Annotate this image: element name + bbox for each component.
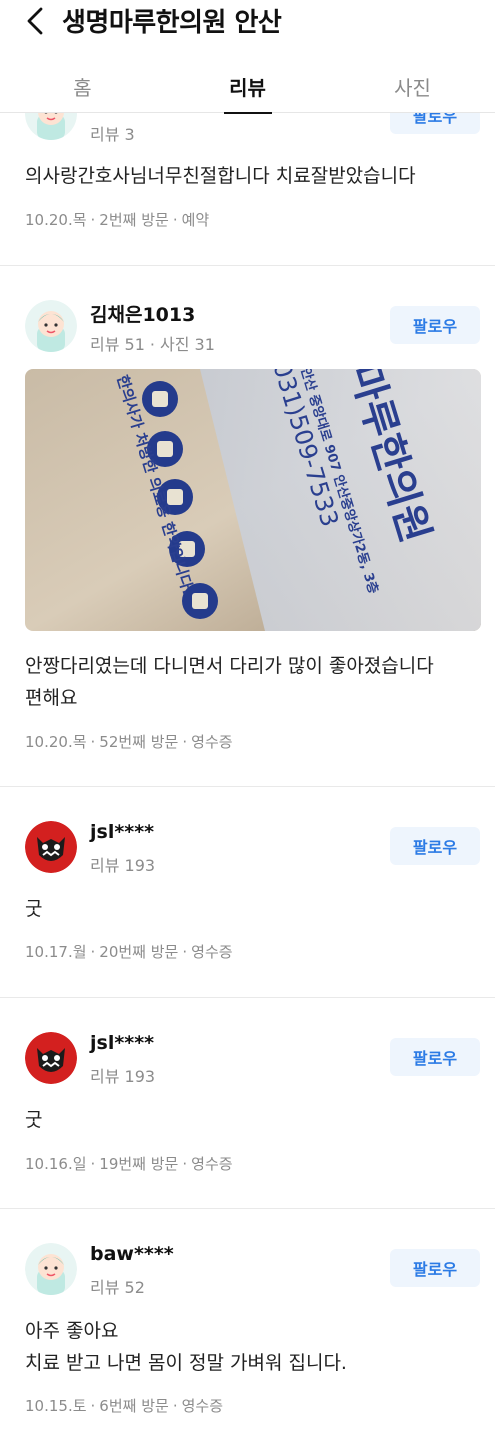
review-stats: 리뷰 193 xyxy=(90,1067,156,1086)
visit-source: 예약 xyxy=(181,211,210,229)
visit-info: 10.16.일 · 19번째 방문 · 영수증 xyxy=(25,1155,233,1173)
follow-button[interactable]: 팔로우 xyxy=(390,1249,480,1287)
tab-photos[interactable]: 사진 xyxy=(330,58,495,113)
review-text: 아주 좋아요 치료 받고 나면 몸이 정말 가벼워 집니다. xyxy=(25,1315,475,1379)
avatar[interactable] xyxy=(25,821,77,873)
visit-count: 19번째 방문 xyxy=(99,1155,179,1173)
visit-info: 10.15.토 · 6번째 방문 · 영수증 xyxy=(25,1397,223,1415)
review-item: jsl**** 리뷰 193 팔로우 굿 10.16.일 · 19번째 방문 · 영수증 xyxy=(0,998,495,1209)
tab-bar: 홈 리뷰 사진 xyxy=(0,58,495,113)
review-item: jsl**** 리뷰 193 팔로우 굿 10.17.월 · 20번째 방문 · 영수증 xyxy=(0,787,495,998)
review-text-line: 편해요 xyxy=(25,687,78,709)
visit-date: 10.20.목 xyxy=(25,211,87,229)
photo-count: 사진 31 xyxy=(159,335,215,354)
tab-home[interactable]: 홈 xyxy=(0,58,165,113)
reviewer-name[interactable]: baw**** xyxy=(90,1243,174,1265)
visit-info: 10.20.목 · 2번째 방문 · 예약 xyxy=(25,211,210,229)
reviewer-name[interactable]: 김채은1013 xyxy=(90,300,195,327)
review-text: 굿 xyxy=(25,898,43,920)
review-item: baw**** 리뷰 52 팔로우 아주 좋아요 치료 받고 나면 몸이 정말 … xyxy=(0,1209,495,1433)
review-text-line: 안짱다리였는데 다니면서 다리가 많이 좋아졌습니다 xyxy=(25,655,434,677)
reviewer-name[interactable]: jsl**** xyxy=(90,1032,154,1054)
reviewer-name[interactable]: jsl**** xyxy=(90,821,154,843)
tab-reviews[interactable]: 리뷰 xyxy=(165,58,330,113)
review-stats: 리뷰 52 xyxy=(90,1278,145,1297)
back-button[interactable] xyxy=(18,4,52,38)
review-text: 의사랑간호사님너무친절합니다 치료잘받았습니다 xyxy=(25,165,416,187)
medicine-package-photo xyxy=(25,369,481,631)
review-stats: 리뷰 193 xyxy=(90,856,156,875)
visit-info: 10.20.목 · 52번째 방문 · 영수증 xyxy=(25,733,233,751)
visit-date: 10.17.월 xyxy=(25,943,87,961)
review-text-line: 치료 받고 나면 몸이 정말 가벼워 집니다. xyxy=(25,1352,347,1374)
avatar[interactable] xyxy=(25,300,77,352)
visit-count: 6번째 방문 xyxy=(99,1397,169,1415)
visit-source: 영수증 xyxy=(191,1155,233,1173)
red-mask-avatar-icon xyxy=(25,821,77,873)
visit-source: 영수증 xyxy=(181,1397,223,1415)
page-title: 생명마루한의원 안산 xyxy=(62,8,282,38)
review-stats: 리뷰 3 xyxy=(90,125,135,144)
avatar[interactable] xyxy=(25,1243,77,1295)
review-text: 안짱다리였는데 다니면서 다리가 많이 좋아졌습니다 편해요 xyxy=(25,650,475,714)
visit-info: 10.17.월 · 20번째 방문 · 영수증 xyxy=(25,943,233,961)
visit-date: 10.16.일 xyxy=(25,1155,87,1173)
red-mask-avatar-icon xyxy=(25,1032,77,1084)
review-stats: 리뷰 51 · 사진 31 xyxy=(90,335,215,354)
follow-button[interactable]: 팔로우 xyxy=(390,1038,480,1076)
chevron-left-icon xyxy=(27,7,43,35)
visit-date: 10.20.목 xyxy=(25,733,87,751)
visit-date: 10.15.토 xyxy=(25,1397,87,1415)
avatar[interactable] xyxy=(25,1032,77,1084)
avatar-face-icon xyxy=(25,1243,77,1295)
visit-count: 52번째 방문 xyxy=(99,733,179,751)
visit-count: 20번째 방문 xyxy=(99,943,179,961)
visit-source: 영수증 xyxy=(191,943,233,961)
follow-button[interactable]: 팔로우 xyxy=(390,306,480,344)
avatar-face-icon xyxy=(25,300,77,352)
review-text: 굿 xyxy=(25,1109,43,1131)
visit-count: 2번째 방문 xyxy=(99,211,169,229)
visit-source: 영수증 xyxy=(191,733,233,751)
follow-button[interactable]: 팔로우 xyxy=(390,827,480,865)
top-header: 생명마루한의원 안산 홈 리뷰 사진 xyxy=(0,0,495,113)
review-photo[interactable] xyxy=(25,369,481,631)
review-count: 리뷰 51 xyxy=(90,335,145,354)
review-text-line: 아주 좋아요 xyxy=(25,1320,119,1342)
